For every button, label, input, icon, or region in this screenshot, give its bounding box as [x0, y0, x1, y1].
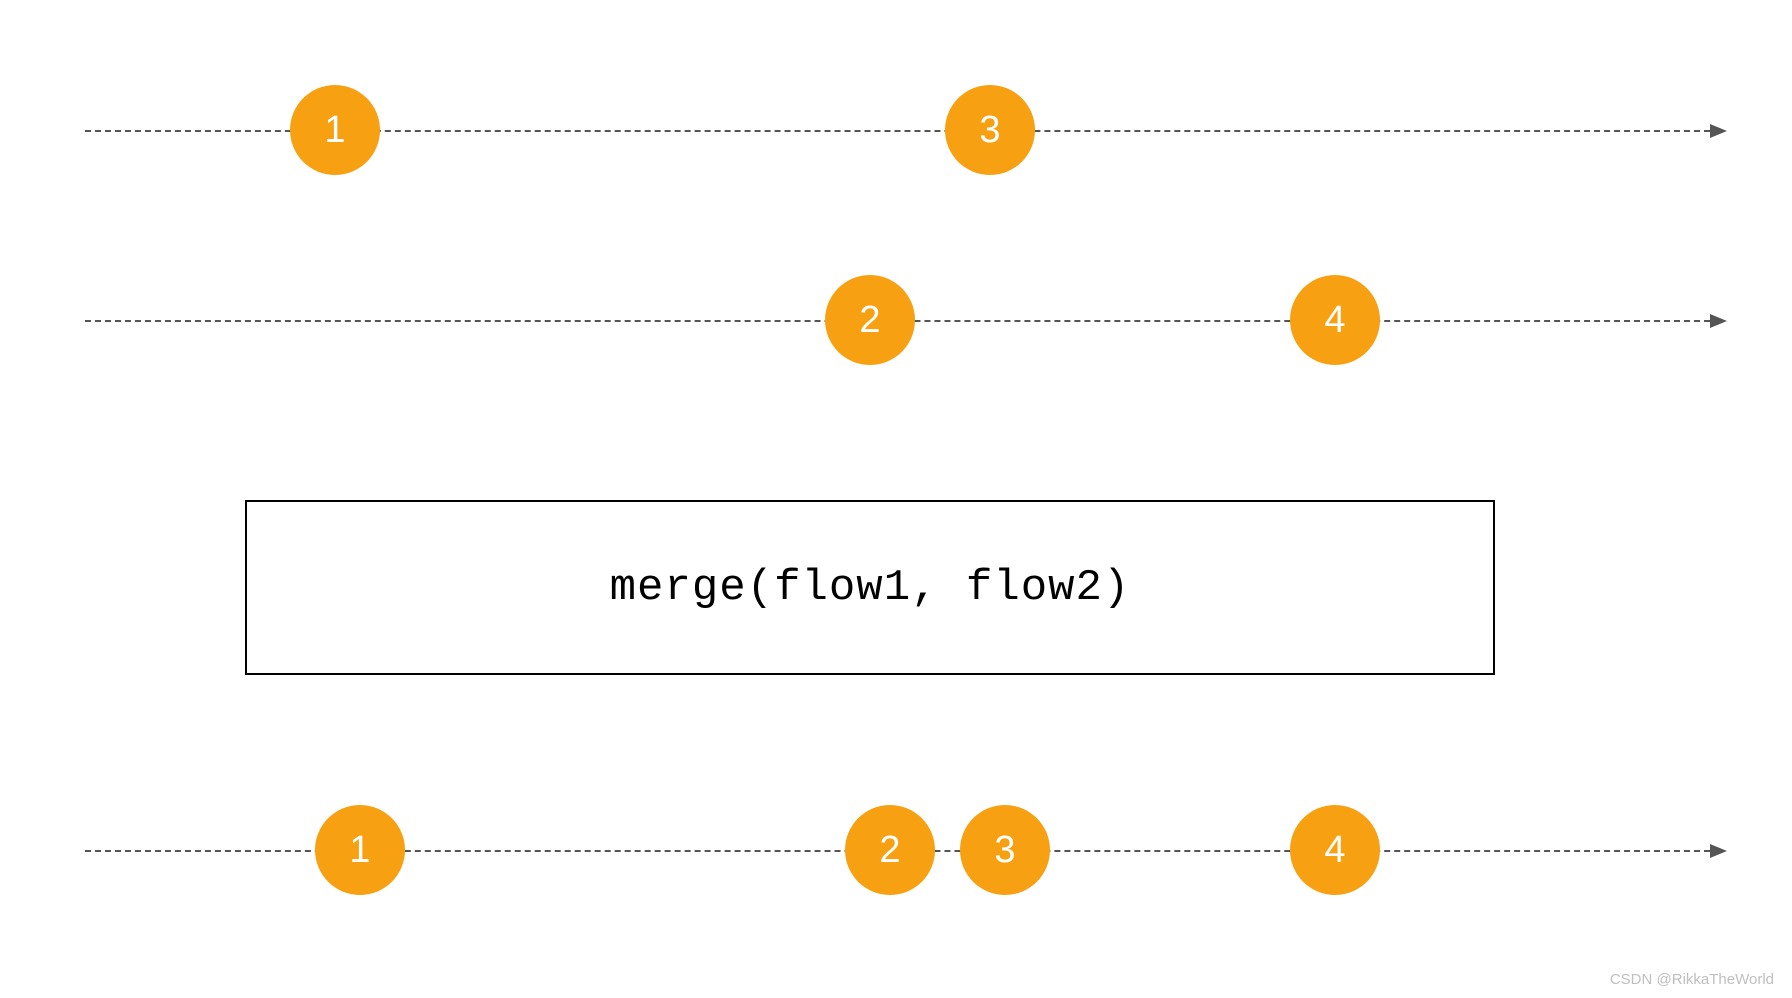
operator-box: merge(flow1, flow2): [245, 500, 1495, 675]
flow1-node: 1: [290, 85, 380, 175]
node-label: 1: [349, 829, 370, 872]
node-label: 4: [1324, 829, 1345, 872]
diagram-canvas: 1 3 2 4 merge(flow1, flow2) 1 2 3 4 CSDN…: [0, 0, 1792, 998]
arrowhead-icon: [1710, 314, 1727, 328]
node-label: 3: [994, 829, 1015, 872]
result-node: 1: [315, 805, 405, 895]
result-node: 4: [1290, 805, 1380, 895]
operator-label: merge(flow1, flow2): [610, 563, 1131, 613]
node-label: 1: [324, 109, 345, 152]
node-label: 2: [879, 829, 900, 872]
flow2-node: 4: [1290, 275, 1380, 365]
node-label: 2: [859, 299, 880, 342]
result-node: 2: [845, 805, 935, 895]
node-label: 4: [1324, 299, 1345, 342]
flow1-node: 3: [945, 85, 1035, 175]
watermark-text: CSDN @RikkaTheWorld: [1610, 971, 1774, 988]
node-label: 3: [979, 109, 1000, 152]
arrowhead-icon: [1710, 124, 1727, 138]
arrowhead-icon: [1710, 844, 1727, 858]
flow2-node: 2: [825, 275, 915, 365]
result-node: 3: [960, 805, 1050, 895]
